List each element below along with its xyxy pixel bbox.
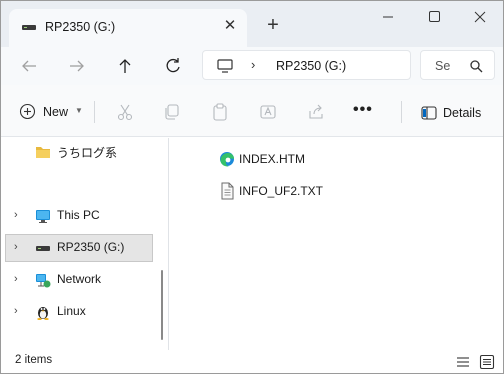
nav-item-label: Linux: [57, 304, 86, 318]
forward-button[interactable]: [63, 53, 91, 79]
divider: [94, 101, 95, 123]
tab-rp2350[interactable]: RP2350 (G:) ✕: [9, 9, 247, 47]
tab-title: RP2350 (G:): [45, 20, 116, 34]
cut-icon[interactable]: [116, 103, 134, 121]
network-icon: [36, 274, 51, 288]
search-icon[interactable]: [469, 59, 483, 73]
drive-icon: [22, 25, 36, 30]
title-bar: RP2350 (G:) ✕ +: [1, 1, 503, 47]
rename-icon[interactable]: [259, 103, 277, 121]
item-count: 2 items: [15, 354, 53, 366]
nav-item-quick-folder[interactable]: うちログ系: [5, 138, 153, 166]
nav-item-network[interactable]: › Network: [5, 266, 153, 294]
nav-item-linux[interactable]: › Linux: [5, 298, 153, 326]
edge-icon: [220, 152, 234, 167]
close-tab-icon[interactable]: ✕: [221, 17, 239, 35]
divider: [401, 101, 402, 123]
nav-item-rp2350[interactable]: › RP2350 (G:): [5, 234, 153, 262]
maximize-button[interactable]: [411, 1, 457, 33]
address-row: › RP2350 (G:) Se: [1, 47, 503, 85]
up-button[interactable]: [111, 53, 139, 79]
more-options-button[interactable]: •••: [353, 101, 373, 119]
nav-item-label: Network: [57, 272, 102, 286]
details-label: Details: [443, 106, 482, 120]
drive-icon: [36, 246, 50, 251]
nav-scrollbar[interactable]: [161, 270, 163, 340]
minimize-button[interactable]: [365, 1, 411, 33]
linux-icon: [37, 307, 49, 320]
refresh-button[interactable]: [159, 53, 187, 79]
plus-circle-icon: [19, 103, 36, 120]
search-input[interactable]: Se: [435, 59, 450, 73]
chevron-right-icon[interactable]: ›: [14, 305, 18, 317]
nav-item-label: うちログ系: [57, 146, 118, 160]
file-name: INFO_UF2.TXT: [239, 184, 324, 198]
details-view-icon[interactable]: [455, 354, 471, 370]
text-file-icon: [221, 182, 234, 200]
tiles-view-icon[interactable]: [479, 354, 495, 370]
chevron-right-icon[interactable]: ›: [14, 241, 18, 253]
breadcrumb-separator[interactable]: ›: [251, 57, 255, 72]
back-button[interactable]: [15, 53, 43, 79]
paste-icon[interactable]: [211, 103, 229, 121]
copy-icon[interactable]: [163, 103, 181, 121]
breadcrumb-drive[interactable]: RP2350 (G:): [276, 59, 346, 73]
explorer-window: RP2350 (G:) ✕ + › RP2350 (G:) Se New ▼ •…: [0, 0, 504, 374]
nav-item-this-pc[interactable]: › This PC: [5, 202, 153, 230]
chevron-down-icon: ▼: [75, 106, 83, 115]
monitor-icon: [36, 210, 50, 223]
new-tab-button[interactable]: +: [263, 15, 283, 35]
pane-divider[interactable]: [168, 138, 169, 350]
search-box[interactable]: Se: [420, 50, 495, 80]
nav-item-label: RP2350 (G:): [57, 240, 125, 254]
chevron-right-icon[interactable]: ›: [14, 273, 18, 285]
file-name: INDEX.HTM: [239, 152, 305, 166]
navigation-pane: うちログ系 › This PC › RP2350 (G:) › Network …: [1, 138, 155, 350]
close-window-button[interactable]: [457, 1, 503, 33]
chevron-right-icon[interactable]: ›: [14, 209, 18, 221]
nav-item-label: This PC: [57, 208, 100, 222]
command-bar: New ▼ ••• Details: [1, 85, 503, 137]
details-pane-icon: [421, 106, 437, 120]
address-bar[interactable]: › RP2350 (G:): [202, 50, 411, 80]
new-button-label: New: [43, 105, 69, 119]
computer-icon: [217, 59, 233, 73]
status-bar: 2 items: [1, 350, 503, 373]
folder-icon: [36, 147, 50, 158]
share-icon[interactable]: [307, 103, 325, 121]
